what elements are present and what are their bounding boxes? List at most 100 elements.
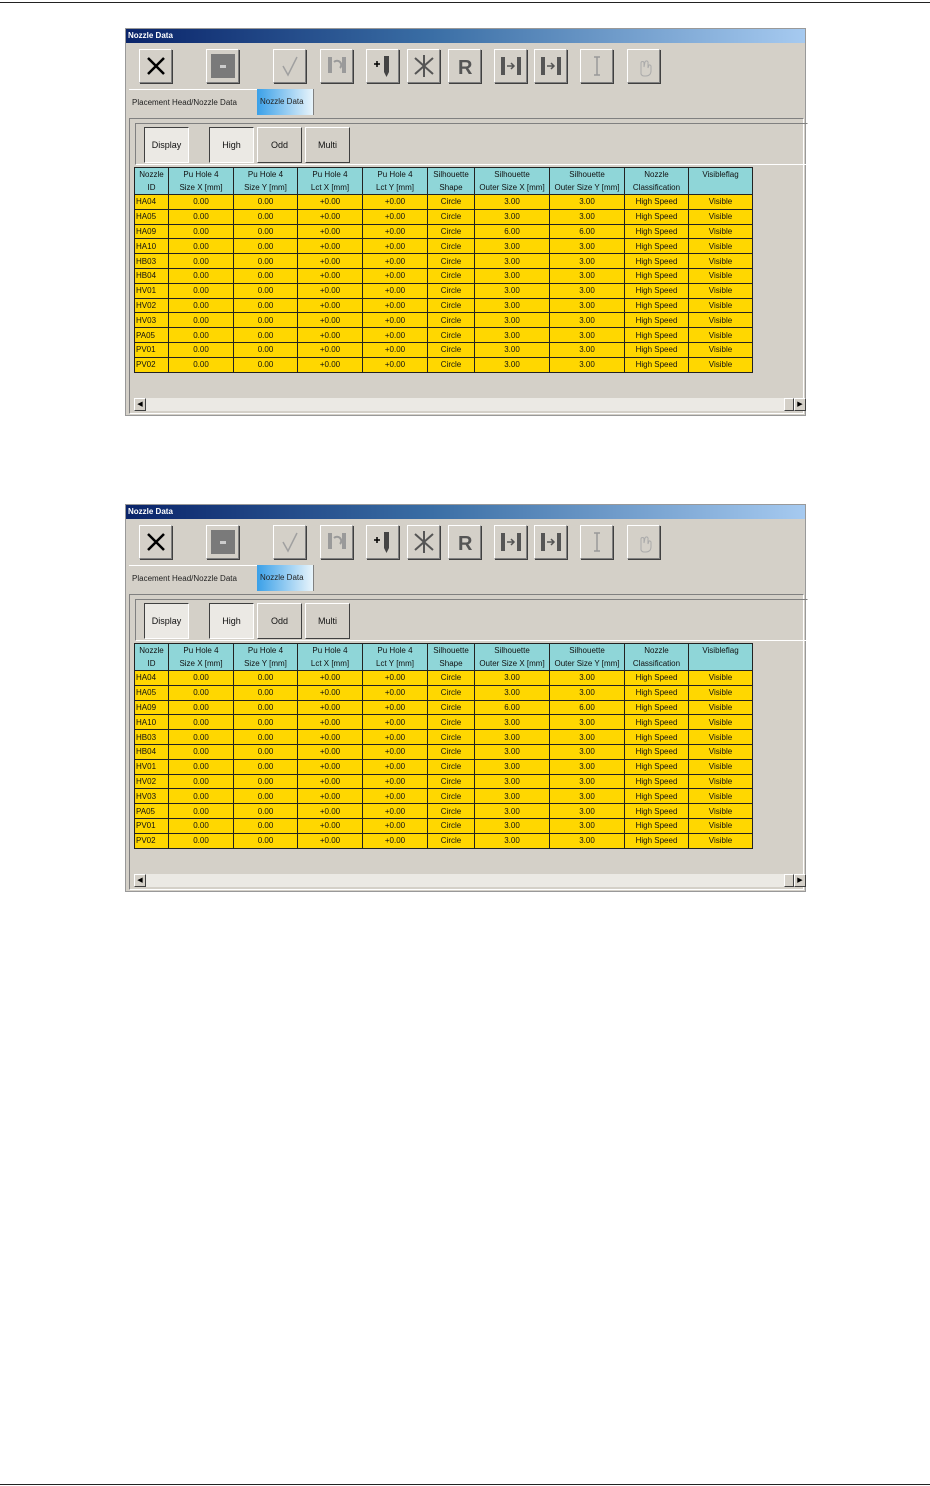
table-cell[interactable]: 3.00 (549, 729, 625, 745)
table-cell[interactable]: +0.00 (362, 743, 428, 760)
column-header[interactable]: Silhouette Shape (427, 643, 475, 671)
table-cell[interactable]: Visible (688, 312, 753, 329)
table-cell[interactable]: Circle (427, 223, 475, 240)
table-row[interactable]: HV02 0.00 0.00 +0.00 +0.00 Circle 3.00 3.00 High… (134, 297, 753, 314)
table-cell[interactable]: High Speed (624, 341, 689, 358)
table-cell[interactable]: Circle (427, 714, 475, 731)
table-cell[interactable]: +0.00 (297, 714, 363, 731)
table-cell[interactable]: 3.00 (474, 684, 550, 701)
table-cell[interactable]: Visible (688, 788, 753, 805)
table-cell[interactable]: Circle (427, 194, 475, 210)
table-cell[interactable]: Circle (427, 832, 475, 849)
table-cell[interactable]: 0.00 (233, 817, 298, 834)
table-cell[interactable]: Circle (427, 208, 475, 225)
table-cell[interactable]: High Speed (624, 223, 689, 240)
column-header[interactable]: Nozzle ID (134, 643, 169, 671)
table-cell[interactable]: +0.00 (297, 832, 363, 849)
table-cell[interactable]: 0.00 (233, 208, 298, 225)
table-cell[interactable]: +0.00 (362, 223, 428, 240)
table-cell[interactable]: Circle (427, 312, 475, 329)
table-cell[interactable]: 0.00 (168, 327, 234, 343)
table-cell[interactable]: +0.00 (297, 788, 363, 805)
table-cell[interactable]: HA05 (134, 208, 169, 225)
table-cell[interactable]: Circle (427, 699, 475, 716)
move-right-alt-button[interactable] (534, 525, 567, 559)
table-cell[interactable]: 3.00 (549, 743, 625, 760)
table-cell[interactable]: 0.00 (168, 223, 234, 240)
column-header[interactable]: Pu Hole 4 Size Y [mm] (233, 643, 298, 671)
table-row[interactable]: HA04 0.00 0.00 +0.00 +0.00 Circle 3.00 3.00 High… (134, 194, 753, 210)
table-cell[interactable]: 0.00 (168, 699, 234, 716)
table-cell[interactable]: +0.00 (297, 817, 363, 834)
table-cell[interactable]: 0.00 (168, 743, 234, 760)
table-cell[interactable]: 3.00 (474, 729, 550, 745)
table-cell[interactable]: +0.00 (362, 832, 428, 849)
table-cell[interactable]: +0.00 (297, 238, 363, 255)
table-cell[interactable]: HA09 (134, 699, 169, 716)
table-cell[interactable]: 3.00 (549, 817, 625, 834)
table-cell[interactable]: +0.00 (362, 341, 428, 358)
table-cell[interactable]: 3.00 (549, 194, 625, 210)
table-cell[interactable]: 3.00 (474, 327, 550, 343)
table-cell[interactable]: 3.00 (474, 773, 550, 790)
table-cell[interactable]: 3.00 (474, 194, 550, 210)
asterisk-button[interactable] (407, 525, 440, 559)
table-cell[interactable]: High Speed (624, 684, 689, 701)
text-cursor-button[interactable] (580, 525, 613, 559)
table-cell[interactable]: Visible (688, 817, 753, 834)
table-cell[interactable]: 0.00 (168, 684, 234, 701)
table-cell[interactable]: Circle (427, 684, 475, 701)
table-cell[interactable]: Visible (688, 282, 753, 299)
table-cell[interactable]: Circle (427, 267, 475, 284)
table-cell[interactable]: 0.00 (168, 714, 234, 731)
table-cell[interactable]: 3.00 (549, 714, 625, 731)
table-cell[interactable]: 6.00 (474, 699, 550, 716)
table-cell[interactable]: +0.00 (362, 699, 428, 716)
column-header[interactable]: Silhouette Shape (427, 167, 475, 195)
table-row[interactable]: HA10 0.00 0.00 +0.00 +0.00 Circle 3.00 3.00 High… (134, 714, 753, 731)
column-header[interactable]: Visibleflag (688, 167, 753, 195)
table-cell[interactable]: +0.00 (362, 238, 428, 255)
table-cell[interactable]: High Speed (624, 312, 689, 329)
stop-square-button[interactable] (206, 49, 239, 83)
table-cell[interactable]: Circle (427, 253, 475, 269)
table-cell[interactable]: 3.00 (549, 684, 625, 701)
table-cell[interactable]: 0.00 (233, 803, 298, 819)
table-cell[interactable]: +0.00 (297, 194, 363, 210)
table-cell[interactable]: 0.00 (168, 817, 234, 834)
table-cell[interactable]: 0.00 (168, 238, 234, 255)
table-cell[interactable]: High Speed (624, 817, 689, 834)
table-cell[interactable]: +0.00 (297, 223, 363, 240)
table-cell[interactable]: 3.00 (549, 788, 625, 805)
column-header[interactable]: Pu Hole 4 Lct Y [mm] (362, 167, 428, 195)
table-row[interactable]: PA05 0.00 0.00 +0.00 +0.00 Circle 3.00 3.00 High… (134, 803, 753, 819)
column-header[interactable]: Pu Hole 4 Size X [mm] (168, 167, 234, 195)
table-cell[interactable]: 6.00 (549, 223, 625, 240)
table-cell[interactable]: 3.00 (474, 758, 550, 775)
table-cell[interactable]: HA05 (134, 684, 169, 701)
r-button[interactable]: R (448, 525, 481, 559)
column-header[interactable]: Nozzle Classification (624, 167, 689, 195)
column-header[interactable]: Pu Hole 4 Lct X [mm] (297, 167, 363, 195)
close-x-button[interactable] (139, 49, 172, 83)
table-cell[interactable]: +0.00 (297, 282, 363, 299)
table-row[interactable]: HA04 0.00 0.00 +0.00 +0.00 Circle 3.00 3.00 High… (134, 670, 753, 686)
table-cell[interactable]: Visible (688, 729, 753, 745)
move-right-alt-button[interactable] (534, 49, 567, 83)
table-cell[interactable]: +0.00 (297, 670, 363, 686)
scroll-thumb[interactable] (784, 398, 794, 411)
table-row[interactable]: HB04 0.00 0.00 +0.00 +0.00 Circle 3.00 3.00 High… (134, 743, 753, 760)
table-cell[interactable]: +0.00 (362, 282, 428, 299)
multi-button[interactable]: Multi (305, 603, 350, 639)
table-cell[interactable]: PV02 (134, 832, 169, 849)
table-cell[interactable]: Visible (688, 223, 753, 240)
table-cell[interactable]: High Speed (624, 327, 689, 343)
table-row[interactable]: HV03 0.00 0.00 +0.00 +0.00 Circle 3.00 3.00 High… (134, 788, 753, 805)
table-cell[interactable]: Visible (688, 714, 753, 731)
table-cell[interactable]: Visible (688, 758, 753, 775)
table-cell[interactable]: 3.00 (549, 253, 625, 269)
table-cell[interactable]: 0.00 (233, 684, 298, 701)
table-cell[interactable]: PA05 (134, 803, 169, 819)
table-cell[interactable]: 0.00 (168, 312, 234, 329)
table-cell[interactable]: PV01 (134, 341, 169, 358)
